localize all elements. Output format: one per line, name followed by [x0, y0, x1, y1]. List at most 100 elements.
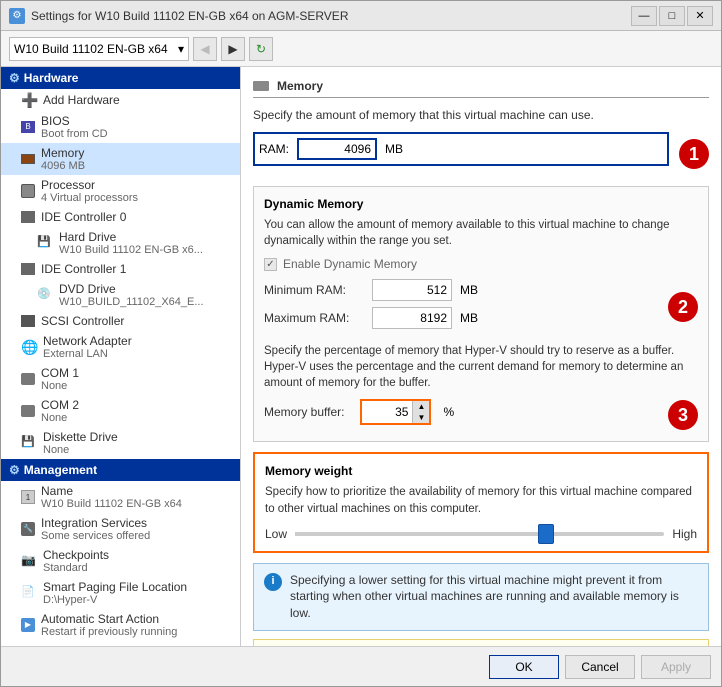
close-button[interactable]: ✕	[687, 6, 713, 26]
memory-title-text: Memory	[277, 79, 323, 93]
integration-sub: Some services offered	[41, 530, 150, 542]
buffer-label: Memory buffer:	[264, 405, 344, 419]
buffer-spinner: ▲ ▼	[412, 401, 429, 423]
max-ram-label: Maximum RAM:	[264, 311, 364, 325]
info-box: i Specifying a lower setting for this vi…	[253, 563, 709, 631]
title-bar: ⚙ Settings for W10 Build 11102 EN-GB x64…	[1, 1, 721, 31]
slider-track[interactable]	[295, 532, 664, 536]
com2-label: COM 2	[41, 398, 79, 412]
harddrive-label: Hard Drive	[59, 230, 203, 244]
add-hardware-label: Add Hardware	[43, 93, 232, 107]
sidebar-item-com2[interactable]: COM 2 None	[1, 395, 240, 427]
sidebar-item-name[interactable]: 1 Name W10 Build 11102 EN-GB x64	[1, 481, 240, 513]
hardware-section-header: ⚙ Hardware	[1, 67, 240, 89]
buffer-down-button[interactable]: ▼	[413, 412, 429, 423]
sidebar-item-ide1[interactable]: IDE Controller 1	[1, 259, 240, 279]
sidebar-item-network[interactable]: 🌐 Network Adapter External LAN	[1, 331, 240, 363]
network-label: Network Adapter	[43, 334, 132, 348]
sidebar-item-integration[interactable]: 🔧 Integration Services Some services off…	[1, 513, 240, 545]
processor-sub: 4 Virtual processors	[41, 192, 138, 204]
window-title: Settings for W10 Build 11102 EN-GB x64 o…	[31, 9, 625, 23]
diskette-label: Diskette Drive	[43, 430, 118, 444]
checkmark-icon: ✓	[266, 259, 274, 270]
scsi-icon	[21, 315, 35, 327]
sidebar-item-harddrive[interactable]: 💾 Hard Drive W10 Build 11102 EN-GB x6...	[1, 227, 240, 259]
ok-button[interactable]: OK	[489, 655, 559, 679]
sidebar-item-scsi[interactable]: SCSI Controller	[1, 311, 240, 331]
max-ram-row: Maximum RAM: MB	[264, 307, 660, 329]
window-controls: — □ ✕	[631, 6, 713, 26]
checkpoints-sub: Standard	[43, 562, 109, 574]
memory-icon	[21, 154, 35, 164]
memory-label: Memory	[41, 146, 85, 160]
right-panel: Memory Specify the amount of memory that…	[241, 67, 721, 646]
sidebar-item-checkpoints[interactable]: 📷 Checkpoints Standard	[1, 545, 240, 577]
weight-title: Memory weight	[265, 464, 697, 478]
slider-thumb[interactable]	[538, 524, 554, 544]
com1-icon	[21, 373, 35, 385]
processor-label: Processor	[41, 178, 138, 192]
checkpoints-label: Checkpoints	[43, 548, 109, 562]
settings-window: ⚙ Settings for W10 Build 11102 EN-GB x64…	[0, 0, 722, 687]
network-icon: 🌐	[21, 339, 37, 355]
slider-low-label: Low	[265, 527, 287, 541]
max-ram-input[interactable]	[372, 307, 452, 329]
sidebar-item-ide0[interactable]: IDE Controller 0	[1, 207, 240, 227]
autostart-icon: ▶	[21, 618, 35, 632]
bios-sub: Boot from CD	[41, 128, 108, 140]
buffer-section: Specify the percentage of memory that Hy…	[264, 343, 698, 431]
slider-high-label: High	[672, 527, 697, 541]
dvd-label: DVD Drive	[59, 282, 204, 296]
max-ram-unit: MB	[460, 311, 478, 325]
min-ram-unit: MB	[460, 283, 478, 297]
dynamic-memory-title: Dynamic Memory	[264, 197, 698, 211]
name-label: Name	[41, 484, 182, 498]
com1-sub: None	[41, 380, 79, 392]
sidebar-item-add-hardware[interactable]: ➕ Add Hardware	[1, 89, 240, 111]
management-icon: ⚙	[9, 463, 20, 477]
autostart-label: Automatic Start Action	[41, 612, 177, 626]
memory-sub: 4096 MB	[41, 160, 85, 172]
cancel-button[interactable]: Cancel	[565, 655, 635, 679]
harddrive-sub: W10 Build 11102 EN-GB x6...	[59, 244, 203, 256]
sidebar-item-memory[interactable]: Memory 4096 MB	[1, 143, 240, 175]
ram-input[interactable]	[297, 138, 377, 160]
sidebar-item-smartpaging[interactable]: 📄 Smart Paging File Location D:\Hyper-V	[1, 577, 240, 609]
buffer-up-button[interactable]: ▲	[413, 401, 429, 412]
sidebar-item-diskette[interactable]: 💾 Diskette Drive None	[1, 427, 240, 459]
min-ram-input[interactable]	[372, 279, 452, 301]
sidebar-item-com1[interactable]: COM 1 None	[1, 363, 240, 395]
vm-selector[interactable]: W10 Build 11102 EN-GB x64 ▾	[9, 37, 189, 61]
buffer-input[interactable]	[362, 401, 412, 423]
dynamic-memory-box: Dynamic Memory You can allow the amount …	[253, 186, 709, 442]
refresh-button[interactable]: ↻	[249, 37, 273, 61]
management-section-label: Management	[24, 463, 97, 477]
scsi-label: SCSI Controller	[41, 314, 124, 328]
sidebar-item-bios[interactable]: B BIOS Boot from CD	[1, 111, 240, 143]
smartpaging-label: Smart Paging File Location	[43, 580, 187, 594]
sidebar-item-processor[interactable]: Processor 4 Virtual processors	[1, 175, 240, 207]
badge-3: 3	[668, 400, 698, 430]
min-ram-row: Minimum RAM: MB	[264, 279, 660, 301]
memory-title-icon	[253, 81, 269, 91]
checkpoints-icon: 📷	[21, 553, 37, 569]
management-section-header: ⚙ Management	[1, 459, 240, 481]
buffer-unit: %	[443, 405, 454, 419]
com2-sub: None	[41, 412, 79, 424]
forward-button[interactable]: ▶	[221, 37, 245, 61]
info-icon: i	[264, 573, 282, 591]
ide0-icon	[21, 211, 35, 223]
hardware-section-label: Hardware	[24, 71, 79, 85]
vm-selector-text: W10 Build 11102 EN-GB x64	[14, 42, 168, 56]
maximize-button[interactable]: □	[659, 6, 685, 26]
sidebar-item-autostart[interactable]: ▶ Automatic Start Action Restart if prev…	[1, 609, 240, 641]
sidebar-item-dvd[interactable]: 💿 DVD Drive W10_BUILD_11102_X64_E...	[1, 279, 240, 311]
apply-button[interactable]: Apply	[641, 655, 711, 679]
minimize-button[interactable]: —	[631, 6, 657, 26]
warning-box: Some settings cannot be modified because…	[253, 639, 709, 646]
enable-checkbox: ✓	[264, 258, 277, 271]
back-button[interactable]: ◀	[193, 37, 217, 61]
buffer-desc: Specify the percentage of memory that Hy…	[264, 343, 698, 391]
diskette-icon: 💾	[21, 435, 37, 451]
name-sub: W10 Build 11102 EN-GB x64	[41, 498, 182, 510]
